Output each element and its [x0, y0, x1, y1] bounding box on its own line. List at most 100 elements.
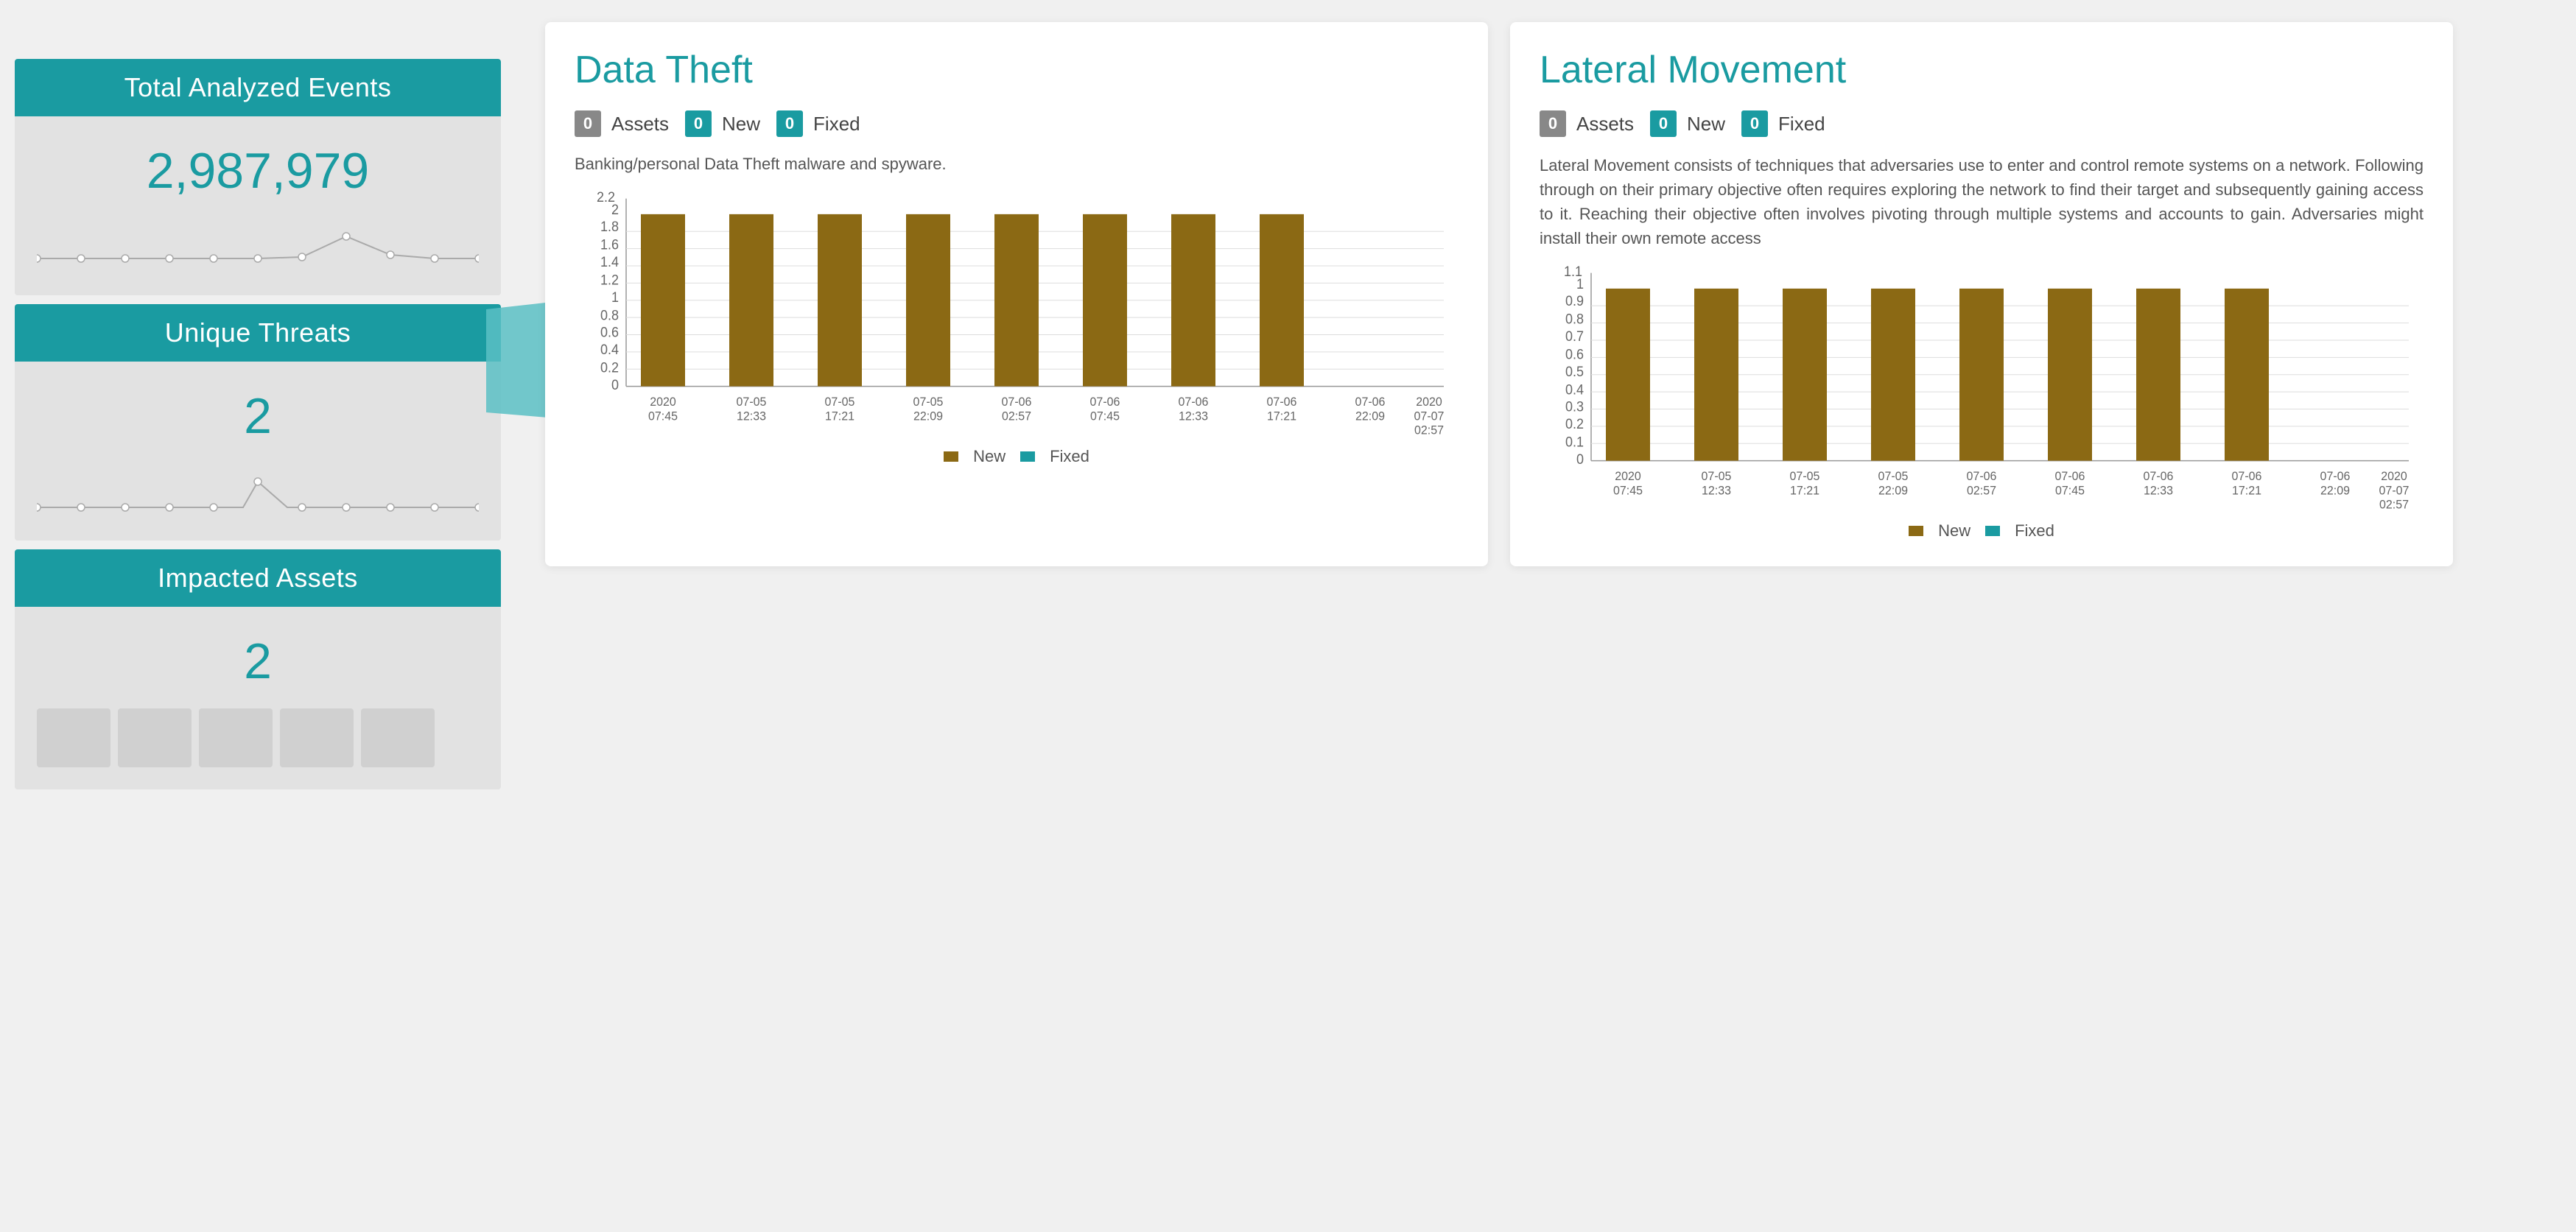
svg-text:07:45: 07:45	[2055, 484, 2085, 498]
svg-text:17:21: 17:21	[1790, 484, 1819, 498]
lateral-legend-fixed-box	[1985, 526, 2000, 536]
svg-text:07-05: 07-05	[737, 395, 767, 409]
svg-text:2020: 2020	[650, 395, 676, 409]
svg-text:07-05: 07-05	[1878, 470, 1909, 484]
svg-text:07-06: 07-06	[1967, 470, 1997, 484]
lateral-movement-description: Lateral Movement consists of techniques …	[1540, 153, 2424, 250]
svg-text:0: 0	[611, 376, 619, 393]
unique-threats-header: Unique Threats	[15, 304, 501, 362]
svg-text:0.4: 0.4	[600, 341, 619, 357]
legend-fixed-box	[1020, 451, 1035, 462]
svg-text:07-06: 07-06	[1355, 395, 1386, 409]
asset-thumbnails	[37, 708, 479, 767]
svg-text:0.8: 0.8	[1565, 311, 1584, 327]
lateral-legend-fixed-label: Fixed	[2015, 521, 2054, 541]
asset-thumb-5	[361, 708, 435, 767]
lateral-legend-new-label: New	[1938, 521, 1970, 541]
svg-text:07-05: 07-05	[825, 395, 855, 409]
svg-text:17:21: 17:21	[2232, 484, 2261, 498]
right-panels: Data Theft 0 Assets 0 New 0 Fixed Bankin…	[545, 22, 2534, 566]
data-theft-fixed-badge: 0	[776, 110, 803, 137]
data-theft-card: Data Theft 0 Assets 0 New 0 Fixed Bankin…	[545, 22, 1488, 566]
unique-threats-card: Unique Threats 2	[15, 304, 501, 541]
lateral-new-badge: 0	[1650, 110, 1677, 137]
lateral-fixed-badge: 0	[1741, 110, 1768, 137]
svg-text:02:57: 02:57	[1414, 423, 1444, 437]
svg-text:12:33: 12:33	[737, 409, 766, 423]
lateral-fixed-label: Fixed	[1778, 113, 1825, 135]
svg-text:22:09: 22:09	[1878, 484, 1908, 498]
total-events-sparkline	[37, 214, 479, 273]
svg-text:1: 1	[611, 289, 619, 305]
total-events-card: Total Analyzed Events 2,987,979	[15, 59, 501, 295]
svg-text:07-06: 07-06	[1179, 395, 1209, 409]
lateral-movement-chart: 0 0.1 0.2 0.3 0.4 0.5 0.6 0.7 0.8 0.9 1 …	[1540, 265, 2424, 515]
asset-thumb-4	[280, 708, 354, 767]
data-theft-new-label: New	[722, 113, 760, 135]
svg-text:0.8: 0.8	[600, 307, 619, 323]
data-theft-title: Data Theft	[575, 48, 1459, 92]
svg-text:0.9: 0.9	[1565, 293, 1584, 309]
svg-text:0.7: 0.7	[1565, 328, 1584, 345]
impacted-assets-card: Impacted Assets 2	[15, 549, 501, 789]
asset-thumb-3	[199, 708, 273, 767]
svg-text:07:45: 07:45	[1613, 484, 1643, 498]
data-theft-chart: 0 0.2 0.4 0.6 0.8 1 1.2 1.4 1.6 1.8 2 2.…	[575, 191, 1459, 441]
svg-text:02:57: 02:57	[1002, 409, 1031, 423]
svg-text:0.3: 0.3	[1565, 398, 1584, 415]
lateral-assets-badge: 0	[1540, 110, 1566, 137]
lateral-movement-legend: New Fixed	[1540, 521, 2424, 541]
unique-threats-sparkline	[37, 460, 479, 518]
svg-text:07-06: 07-06	[1267, 395, 1297, 409]
legend-new-label: New	[973, 447, 1006, 466]
svg-text:2.2: 2.2	[597, 191, 615, 205]
data-theft-assets-label: Assets	[611, 113, 669, 135]
data-theft-fixed-label: Fixed	[813, 113, 860, 135]
svg-text:0: 0	[1576, 451, 1584, 467]
lateral-new-label: New	[1687, 113, 1725, 135]
svg-text:07-06: 07-06	[2232, 470, 2262, 484]
svg-text:07-07: 07-07	[2379, 484, 2410, 498]
svg-text:22:09: 22:09	[1355, 409, 1385, 423]
svg-text:1.2: 1.2	[600, 272, 619, 288]
asset-thumb-1	[37, 708, 110, 767]
svg-text:07:45: 07:45	[1090, 409, 1120, 423]
data-theft-description: Banking/personal Data Theft malware and …	[575, 153, 1459, 176]
legend-fixed-label: Fixed	[1050, 447, 1089, 466]
svg-text:0.6: 0.6	[600, 324, 619, 340]
svg-text:07-06: 07-06	[2144, 470, 2174, 484]
lateral-movement-card: Lateral Movement 0 Assets 0 New 0 Fixed …	[1510, 22, 2453, 566]
svg-text:07-07: 07-07	[1414, 409, 1445, 423]
total-events-header: Total Analyzed Events	[15, 59, 501, 116]
svg-text:0.6: 0.6	[1565, 346, 1584, 362]
lateral-movement-title: Lateral Movement	[1540, 48, 2424, 92]
unique-threats-value: 2	[37, 376, 479, 452]
data-theft-assets-badge: 0	[575, 110, 601, 137]
left-panel: Total Analyzed Events 2,987,979	[15, 59, 501, 789]
svg-text:07-06: 07-06	[2320, 470, 2351, 484]
svg-text:07-05: 07-05	[913, 395, 944, 409]
svg-text:2020: 2020	[1416, 395, 1442, 409]
svg-text:0.5: 0.5	[1565, 363, 1584, 379]
svg-text:0.2: 0.2	[600, 359, 619, 376]
svg-text:1.4: 1.4	[600, 253, 619, 270]
impacted-assets-value: 2	[37, 622, 479, 697]
svg-text:12:33: 12:33	[1702, 484, 1731, 498]
impacted-assets-header: Impacted Assets	[15, 549, 501, 607]
svg-text:1.1: 1.1	[1564, 265, 1582, 279]
svg-text:07-06: 07-06	[2055, 470, 2085, 484]
svg-text:0.2: 0.2	[1565, 416, 1584, 432]
lateral-assets-label: Assets	[1576, 113, 1634, 135]
total-events-value: 2,987,979	[37, 131, 479, 207]
svg-text:07-05: 07-05	[1702, 470, 1732, 484]
svg-text:1.6: 1.6	[600, 236, 619, 253]
svg-text:12:33: 12:33	[2144, 484, 2173, 498]
svg-text:02:57: 02:57	[1967, 484, 1996, 498]
svg-text:12:33: 12:33	[1179, 409, 1208, 423]
svg-text:07-06: 07-06	[1090, 395, 1120, 409]
data-theft-badge-row: 0 Assets 0 New 0 Fixed	[575, 110, 1459, 137]
svg-text:0.4: 0.4	[1565, 381, 1584, 398]
data-theft-new-badge: 0	[685, 110, 712, 137]
svg-text:22:09: 22:09	[2320, 484, 2350, 498]
asset-thumb-2	[118, 708, 192, 767]
